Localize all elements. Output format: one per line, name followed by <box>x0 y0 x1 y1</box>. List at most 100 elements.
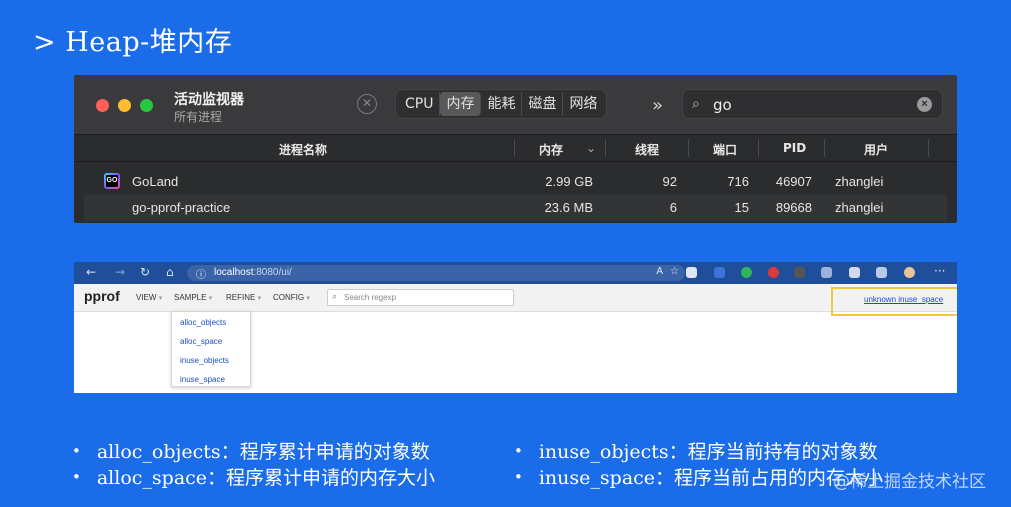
chevron-double-right-icon[interactable]: » <box>652 95 663 116</box>
extension-icon[interactable] <box>821 267 832 278</box>
app-subtitle: 所有进程 <box>174 110 223 124</box>
bullet-term: alloc_objects： <box>96 441 240 463</box>
close-window-button[interactable] <box>96 99 109 112</box>
minimize-window-button[interactable] <box>118 99 131 112</box>
bullet-dot-icon: • <box>72 468 81 486</box>
extension-icon[interactable] <box>794 267 805 278</box>
extension-icon[interactable] <box>768 267 779 278</box>
column-pid[interactable]: PID <box>783 141 806 155</box>
extension-icon[interactable] <box>741 267 752 278</box>
tab-memory[interactable]: 内存 <box>440 92 482 116</box>
category-tabs: CPU 内存 能耗 磁盘 网络 <box>395 89 608 119</box>
clear-search-icon[interactable]: × <box>917 97 932 112</box>
sample-option-alloc-space[interactable]: alloc_space <box>180 337 222 346</box>
more-options-icon[interactable]: ··· <box>934 264 945 278</box>
search-icon: ⌕ <box>692 95 700 111</box>
column-process-name[interactable]: 进程名称 <box>279 141 327 158</box>
watermark: @稀土掘金技术社区 <box>833 472 986 492</box>
window-controls <box>96 99 153 112</box>
bullet-item: • inuse_objects：程序当前持有的对象数 <box>514 437 878 464</box>
address-bar[interactable]: ⓘ localhost:8080/ui/ A ☆ <box>187 265 685 281</box>
browser-window: ← → ↻ ⌂ ⓘ localhost:8080/ui/ A ☆ ··· ppr… <box>74 262 957 393</box>
process-name: GoLand <box>132 174 179 189</box>
column-divider <box>928 139 929 157</box>
back-icon[interactable]: ← <box>86 265 96 279</box>
column-memory[interactable]: 内存 <box>539 141 563 158</box>
caret-down-icon: ▾ <box>158 295 163 302</box>
column-divider <box>688 139 689 157</box>
info-icon[interactable]: ⓘ <box>196 266 206 281</box>
favorite-icon[interactable]: ☆ <box>670 266 679 277</box>
process-memory: 2.99 GB <box>545 174 593 189</box>
process-ports: 716 <box>727 174 749 189</box>
column-divider <box>514 139 515 157</box>
search-input[interactable]: go <box>713 96 732 114</box>
search-field[interactable]: ⌕ go × <box>682 89 943 119</box>
column-divider <box>824 139 825 157</box>
tab-cpu[interactable]: CPU <box>399 92 441 116</box>
bullet-desc: 程序当前持有的对象数 <box>687 441 878 463</box>
bullet-term: inuse_space： <box>538 467 675 489</box>
bullet-item: • alloc_objects：程序累计申请的对象数 <box>72 437 430 464</box>
menu-view[interactable]: VIEW ▾ <box>136 293 162 302</box>
table-row[interactable]: go-pprof-practice 23.6 MB 6 15 89668 zha… <box>84 195 947 221</box>
menu-view-label: VIEW <box>136 293 157 302</box>
menu-config[interactable]: CONFIG ▾ <box>273 293 310 302</box>
caret-down-icon: ▾ <box>257 295 262 302</box>
process-threads: 92 <box>662 174 677 189</box>
favorites-icon[interactable] <box>849 267 860 278</box>
bullet-dot-icon: • <box>514 468 523 486</box>
goland-icon: GO <box>104 173 120 189</box>
tab-disk[interactable]: 磁盘 <box>522 92 564 116</box>
bullet-dot-icon: • <box>514 442 523 460</box>
menu-refine[interactable]: REFINE ▾ <box>226 293 261 302</box>
sample-option-inuse-objects[interactable]: inuse_objects <box>180 356 229 365</box>
table-row[interactable]: GO GoLand 2.99 GB 92 716 46907 zhanglei <box>74 169 957 195</box>
pprof-logo[interactable]: pprof <box>84 288 120 304</box>
extension-icon[interactable] <box>686 267 697 278</box>
tab-energy[interactable]: 能耗 <box>481 92 523 116</box>
activity-monitor-window: 活动监视器 所有进程 ✕ CPU 内存 能耗 磁盘 网络 » ⌕ go × 进程… <box>74 75 957 223</box>
chevron-down-icon: ⌄ <box>586 141 597 155</box>
bullet-term: alloc_space： <box>96 467 227 489</box>
search-placeholder: Search regexp <box>344 293 397 302</box>
process-name: go-pprof-practice <box>132 200 231 215</box>
home-icon[interactable]: ⌂ <box>166 265 174 279</box>
process-pid: 89668 <box>775 200 812 215</box>
toolbar: 活动监视器 所有进程 ✕ CPU 内存 能耗 磁盘 网络 » ⌕ go × <box>74 75 957 135</box>
process-ports: 15 <box>734 200 749 215</box>
reload-icon[interactable]: ↻ <box>140 265 150 279</box>
stop-process-icon[interactable]: ✕ <box>357 94 377 114</box>
process-threads: 6 <box>669 200 677 215</box>
bullet-item: • inuse_space：程序当前占用的内存大小 <box>514 463 883 490</box>
read-aloud-icon[interactable]: A <box>656 266 663 277</box>
browser-toolbar: ← → ↻ ⌂ ⓘ localhost:8080/ui/ A ☆ ··· <box>74 262 957 284</box>
column-divider <box>605 139 606 157</box>
process-user: zhanglei <box>835 200 884 215</box>
collections-icon[interactable] <box>876 267 887 278</box>
column-user[interactable]: 用户 <box>864 141 888 158</box>
sample-option-alloc-objects[interactable]: alloc_objects <box>180 318 226 327</box>
zoom-window-button[interactable] <box>140 99 153 112</box>
bullet-item: • alloc_space：程序累计申请的内存大小 <box>72 463 435 490</box>
app-title: 活动监视器 <box>174 92 244 108</box>
sample-option-inuse-space[interactable]: inuse_space <box>180 375 225 384</box>
url-path: :8080/ui/ <box>253 267 292 278</box>
regexp-search-field[interactable]: ⌕ Search regexp <box>327 289 514 306</box>
url-text[interactable]: localhost:8080/ui/ <box>214 267 292 278</box>
column-ports[interactable]: 端口 <box>713 141 737 158</box>
menu-sample-label: SAMPLE <box>174 293 207 302</box>
highlight-box <box>831 287 957 316</box>
process-memory: 23.6 MB <box>544 200 593 215</box>
menu-sample[interactable]: SAMPLE ▾ <box>174 293 212 302</box>
process-pid: 46907 <box>775 174 812 189</box>
bullet-term: inuse_objects： <box>538 441 688 463</box>
tab-network[interactable]: 网络 <box>563 92 603 116</box>
avatar[interactable] <box>904 267 915 278</box>
caret-down-icon: ▾ <box>306 295 310 302</box>
forward-icon[interactable]: → <box>115 265 125 279</box>
extension-icon[interactable] <box>714 267 725 278</box>
url-host: localhost <box>214 267 254 278</box>
column-divider <box>758 139 759 157</box>
column-threads[interactable]: 线程 <box>635 141 659 158</box>
